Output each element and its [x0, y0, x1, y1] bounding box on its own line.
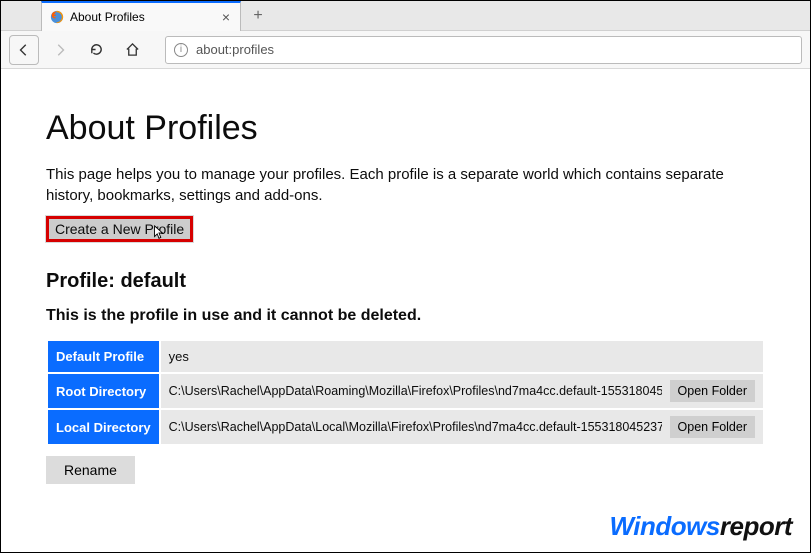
- browser-tab[interactable]: About Profiles ×: [41, 1, 241, 31]
- reload-button[interactable]: [81, 35, 111, 65]
- firefox-icon: [50, 10, 64, 24]
- forward-button: [45, 35, 75, 65]
- tab-title: About Profiles: [70, 10, 220, 24]
- watermark: Windowsreport: [610, 511, 793, 542]
- rename-button[interactable]: Rename: [46, 456, 135, 484]
- root-dir-label: Root Directory: [47, 373, 160, 409]
- nav-toolbar: i about:profiles: [1, 31, 810, 69]
- default-profile-label: Default Profile: [47, 340, 160, 373]
- local-dir-label: Local Directory: [47, 409, 160, 445]
- new-tab-button[interactable]: +: [245, 4, 271, 28]
- default-profile-value: yes: [160, 340, 764, 373]
- tab-strip: About Profiles × +: [1, 1, 810, 31]
- table-row: Root Directory C:\Users\Rachel\AppData\R…: [47, 373, 764, 409]
- local-dir-value: C:\Users\Rachel\AppData\Local\Mozilla\Fi…: [169, 420, 662, 434]
- table-row: Default Profile yes: [47, 340, 764, 373]
- page-title: About Profiles: [46, 109, 765, 148]
- url-text: about:profiles: [196, 42, 274, 57]
- watermark-part2: report: [720, 511, 792, 541]
- profile-heading: Profile: default: [46, 270, 765, 293]
- profile-table: Default Profile yes Root Directory C:\Us…: [46, 339, 765, 446]
- info-icon[interactable]: i: [174, 43, 188, 57]
- profile-inuse-text: This is the profile in use and it cannot…: [46, 307, 765, 325]
- url-bar[interactable]: i about:profiles: [165, 36, 802, 64]
- create-profile-label: Create a New Profile: [55, 221, 184, 237]
- home-button[interactable]: [117, 35, 147, 65]
- open-root-folder-button[interactable]: Open Folder: [670, 380, 755, 402]
- root-dir-value: C:\Users\Rachel\AppData\Roaming\Mozilla\…: [169, 384, 662, 398]
- intro-text: This page helps you to manage your profi…: [46, 164, 765, 206]
- table-row: Local Directory C:\Users\Rachel\AppData\…: [47, 409, 764, 445]
- watermark-part1: Windows: [610, 511, 720, 541]
- create-profile-button[interactable]: Create a New Profile: [46, 216, 193, 242]
- close-icon[interactable]: ×: [220, 10, 232, 24]
- open-local-folder-button[interactable]: Open Folder: [670, 416, 755, 438]
- back-button[interactable]: [9, 35, 39, 65]
- page-content: About Profiles This page helps you to ma…: [1, 69, 810, 504]
